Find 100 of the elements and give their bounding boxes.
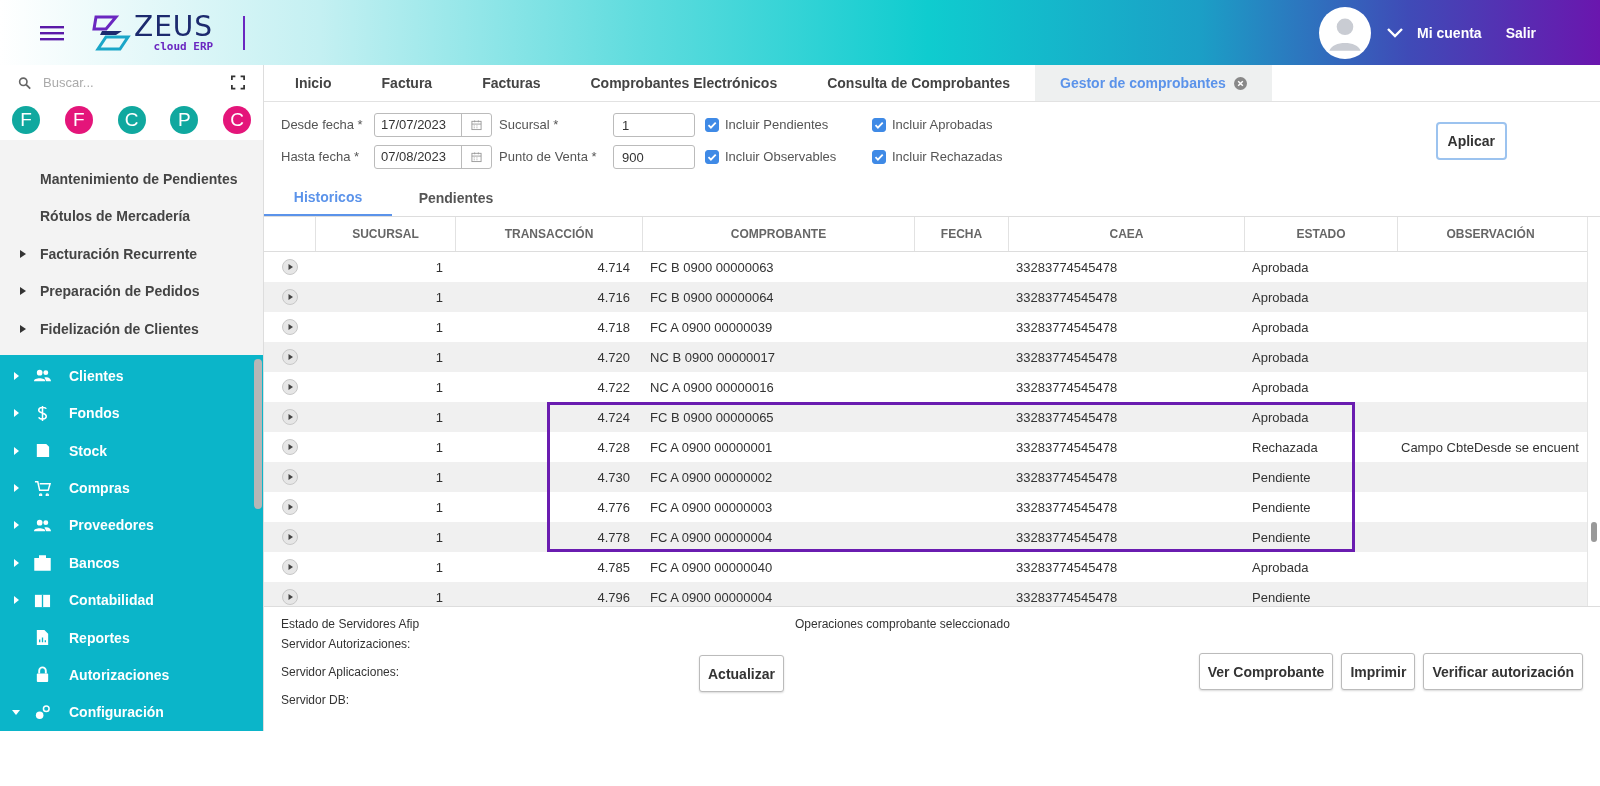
table-row[interactable]: 1 4.785 FC A 0900 00000040 33283774545478 Aprobada	[264, 552, 1587, 582]
tab[interactable]: Inicio	[270, 65, 357, 101]
close-icon[interactable]	[1233, 76, 1247, 90]
table-row[interactable]: 1 4.724 FC B 0900 00000065 33283774545478 Aprobada	[264, 402, 1587, 432]
menu-icon[interactable]	[40, 23, 64, 42]
expand-row-icon[interactable]	[281, 319, 298, 335]
expand-row-icon[interactable]	[281, 379, 298, 395]
table-cell: 4.796	[597, 589, 630, 605]
expand-row-icon[interactable]	[281, 439, 298, 455]
table-cell: Aprobada	[1252, 409, 1309, 425]
expand-row-icon[interactable]	[281, 289, 298, 305]
shortcut-badge[interactable]: C	[223, 106, 251, 135]
field-label: Punto de Venta *	[499, 149, 598, 164]
tab[interactable]: Consulta de Comprobantes	[802, 65, 1035, 101]
account-link[interactable]: Mi cuenta	[1417, 24, 1482, 41]
table-row[interactable]: 1 4.722 NC A 0900 00000016 33283774545478 Aprobada	[264, 372, 1587, 402]
text-field[interactable]: 900	[613, 144, 695, 169]
checkbox[interactable]	[872, 149, 886, 164]
table-cell: 4.716	[597, 289, 630, 305]
text-field[interactable]: 1	[613, 112, 695, 137]
table-cell: Pendiente	[1252, 589, 1311, 605]
action-button[interactable]: Verificar autorización	[1423, 653, 1583, 690]
table-cell: 33283774545478	[1016, 289, 1118, 305]
table-row[interactable]: 1 4.714 FC B 0900 00000063 33283774545478 Aprobada	[264, 252, 1587, 282]
column-header[interactable]: TRANSACCIÓN	[455, 217, 642, 251]
table-cell: Campo CbteDesde se encuent	[1401, 439, 1579, 455]
table-cell: 33283774545478	[1016, 349, 1118, 365]
expand-row-icon[interactable]	[281, 529, 298, 545]
section-title: Estado de Servidores Afip	[281, 617, 421, 631]
expand-row-icon[interactable]	[281, 499, 298, 515]
table-cell: Aprobada	[1252, 379, 1309, 395]
expand-row-icon[interactable]	[281, 469, 298, 485]
server-status-label: Servidor Aplicaciones:	[281, 665, 401, 679]
submenu-item[interactable]: Mantenimiento de Pendientes	[0, 159, 263, 198]
logout-link[interactable]: Salir	[1505, 24, 1536, 41]
table-row[interactable]: 1 4.796 FC A 0900 00000004 33283774545478 Pendiente	[264, 582, 1587, 606]
table-cell: 1	[435, 319, 443, 335]
box-icon	[34, 442, 51, 460]
submenu-item[interactable]: Preparación de Pedidos	[0, 272, 263, 310]
table-row[interactable]: 1 4.778 FC A 0900 00000004 33283774545478 Pendiente	[264, 522, 1587, 552]
table-cell: 4.720	[597, 349, 630, 365]
shortcut-badge[interactable]: F	[64, 106, 93, 135]
table-cell: 1	[435, 499, 443, 515]
table-cell: 4.728	[597, 439, 630, 455]
section-title: Operaciones comprobante seleccionado	[795, 617, 1011, 631]
column-header[interactable]: SUCURSAL	[315, 217, 455, 251]
fullscreen-icon[interactable]	[231, 75, 245, 91]
apply-button[interactable]: Aplicar	[1435, 122, 1507, 160]
subtab[interactable]: Pendientes	[392, 179, 520, 216]
expand-row-icon[interactable]	[281, 559, 298, 575]
table-row[interactable]: 1 4.720 NC B 0900 00000017 33283774545478 Aprobada	[264, 342, 1587, 372]
table-row[interactable]: 1 4.730 FC A 0900 00000002 33283774545478 Pendiente	[264, 462, 1587, 492]
column-header[interactable]: CAEA	[1008, 217, 1244, 251]
table-cell: 33283774545478	[1016, 259, 1118, 275]
date-field[interactable]: 17/07/2023	[374, 112, 492, 137]
search-field[interactable]: Buscar...	[41, 74, 222, 92]
table-cell: FC B 0900 00000064	[650, 289, 774, 305]
tab[interactable]: Comprobantes Electrónicos	[565, 65, 803, 101]
table-cell: FC A 0900 00000001	[650, 439, 773, 455]
expand-row-icon[interactable]	[281, 589, 298, 605]
checkbox[interactable]	[705, 117, 719, 132]
logo-subtitle: cloud ERP	[153, 41, 214, 52]
table-row[interactable]: 1 4.716 FC B 0900 00000064 33283774545478 Aprobada	[264, 282, 1587, 312]
expand-row-icon[interactable]	[281, 349, 298, 365]
submenu-item[interactable]: Facturación Recurrente	[0, 234, 263, 273]
scrollbar-thumb[interactable]	[254, 359, 262, 510]
table-cell: Aprobada	[1252, 319, 1309, 335]
checkbox[interactable]	[705, 149, 719, 164]
submenu-item[interactable]: Fidelización de Clientes	[0, 309, 263, 348]
checkbox-label: Incluir Rechazadas	[892, 149, 1003, 164]
logo-wordmark: ZEUS	[134, 13, 214, 41]
table-cell: 1	[435, 439, 443, 455]
action-button[interactable]: Imprimir	[1341, 653, 1416, 690]
expand-row-icon[interactable]	[281, 259, 298, 275]
column-header[interactable]: FECHA	[914, 217, 1008, 251]
table-row[interactable]: 1 4.718 FC A 0900 00000039 33283774545478 Aprobada	[264, 312, 1587, 342]
date-field[interactable]: 07/08/2023	[374, 144, 492, 169]
server-status-label: Servidor Autorizaciones:	[281, 637, 412, 651]
refresh-button[interactable]: Actualizar	[699, 655, 784, 692]
scrollbar-thumb[interactable]	[1591, 522, 1597, 542]
action-button[interactable]: Ver Comprobante	[1198, 653, 1334, 690]
table-cell: 1	[435, 589, 443, 605]
table-cell: 4.776	[597, 499, 630, 515]
field-label: Hasta fecha *	[281, 149, 361, 164]
expand-row-icon[interactable]	[281, 409, 298, 425]
column-header[interactable]: OBSERVACIÓN	[1397, 217, 1587, 251]
table-cell: 1	[435, 409, 443, 425]
submenu-item[interactable]: Rótulos de Mercadería	[0, 197, 263, 235]
column-header[interactable]: ESTADO	[1244, 217, 1397, 251]
table-cell: 33283774545478	[1016, 559, 1118, 575]
table-cell: Rechazada	[1252, 439, 1318, 455]
table-cell: 1	[435, 379, 443, 395]
chevron-down-icon[interactable]	[1387, 27, 1404, 38]
avatar-icon[interactable]	[1319, 6, 1372, 59]
tab[interactable]: Facturas	[457, 65, 566, 101]
checkbox[interactable]	[872, 117, 886, 132]
column-header[interactable]: COMPROBANTE	[642, 217, 914, 251]
table-cell: 4.714	[597, 259, 630, 275]
tab[interactable]: Factura	[356, 65, 458, 101]
table-cell: 33283774545478	[1016, 499, 1118, 515]
